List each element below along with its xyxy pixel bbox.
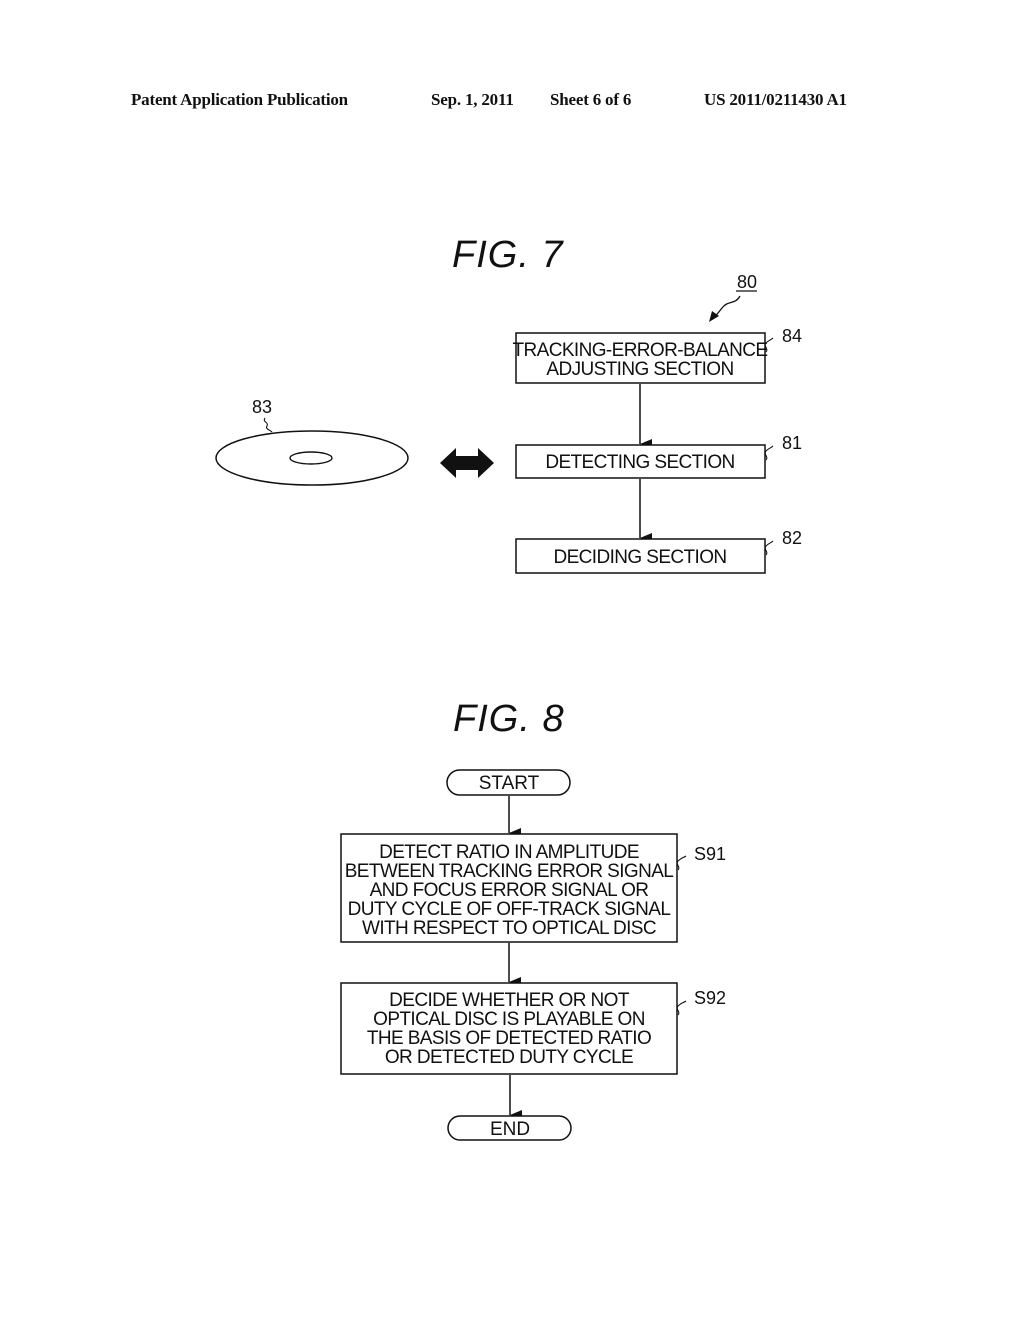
step-s92-line-2: OPTICAL DISC IS PLAYABLE ON <box>373 1009 645 1030</box>
block-tracking-error-balance: TRACKING-ERROR-BALANCE ADJUSTING SECTION… <box>513 326 802 384</box>
ref-squiggle <box>676 1000 687 1016</box>
figures-canvas: 80 TRACKING-ERROR-BALANCE ADJUSTING SECT… <box>215 272 802 1141</box>
end-terminal: END <box>447 1115 572 1141</box>
disc-ref: 83 <box>252 397 272 417</box>
ref-squiggle <box>676 855 687 871</box>
ref-squiggle <box>764 445 774 461</box>
step-s92-line-4: OR DETECTED DUTY CYCLE <box>385 1047 633 1068</box>
step-s91-ref: S91 <box>694 844 726 864</box>
step-s92-line-1: DECIDE WHETHER OR NOT <box>389 990 630 1011</box>
block-detecting-section: DETECTING SECTION 81 <box>515 433 802 479</box>
step-s92-ref: S92 <box>694 988 726 1008</box>
system-ref-80: 80 <box>709 272 757 322</box>
block-84-ref: 84 <box>782 326 802 346</box>
step-s91-line-2: BETWEEN TRACKING ERROR SIGNAL <box>345 861 674 882</box>
step-s91: DETECT RATIO IN AMPLITUDE BETWEEN TRACKI… <box>340 833 726 943</box>
ref-squiggle <box>263 417 273 433</box>
block-84-line-2: ADJUSTING SECTION <box>546 359 733 380</box>
start-label: START <box>479 773 540 794</box>
step-s91-line-3: AND FOCUS ERROR SIGNAL OR <box>370 880 649 901</box>
ref-leader-arrow <box>713 295 741 319</box>
optical-disc-83: 83 <box>215 397 409 486</box>
block-82-ref: 82 <box>782 528 802 548</box>
block-deciding-section: DECIDING SECTION 82 <box>515 528 802 574</box>
block-82-label: DECIDING SECTION <box>553 547 726 568</box>
fig8-title: FIG. 8 <box>453 698 565 740</box>
step-s92: DECIDE WHETHER OR NOT OPTICAL DISC IS PL… <box>340 982 726 1075</box>
step-s92-line-3: THE BASIS OF DETECTED RATIO <box>367 1028 651 1049</box>
system-ref-label: 80 <box>737 272 757 292</box>
block-84-line-1: TRACKING-ERROR-BALANCE <box>513 340 768 361</box>
ref-squiggle <box>764 540 774 556</box>
step-s91-line-1: DETECT RATIO IN AMPLITUDE <box>379 842 639 863</box>
bidirectional-arrow-icon <box>440 448 494 478</box>
end-label: END <box>490 1119 530 1140</box>
block-81-label: DETECTING SECTION <box>545 452 734 473</box>
start-terminal: START <box>446 769 571 796</box>
step-s91-line-4: DUTY CYCLE OF OFF-TRACK SIGNAL <box>348 899 671 920</box>
disc-hole <box>289 451 333 465</box>
block-81-ref: 81 <box>782 433 802 453</box>
step-s91-line-5: WITH RESPECT TO OPTICAL DISC <box>362 918 656 939</box>
